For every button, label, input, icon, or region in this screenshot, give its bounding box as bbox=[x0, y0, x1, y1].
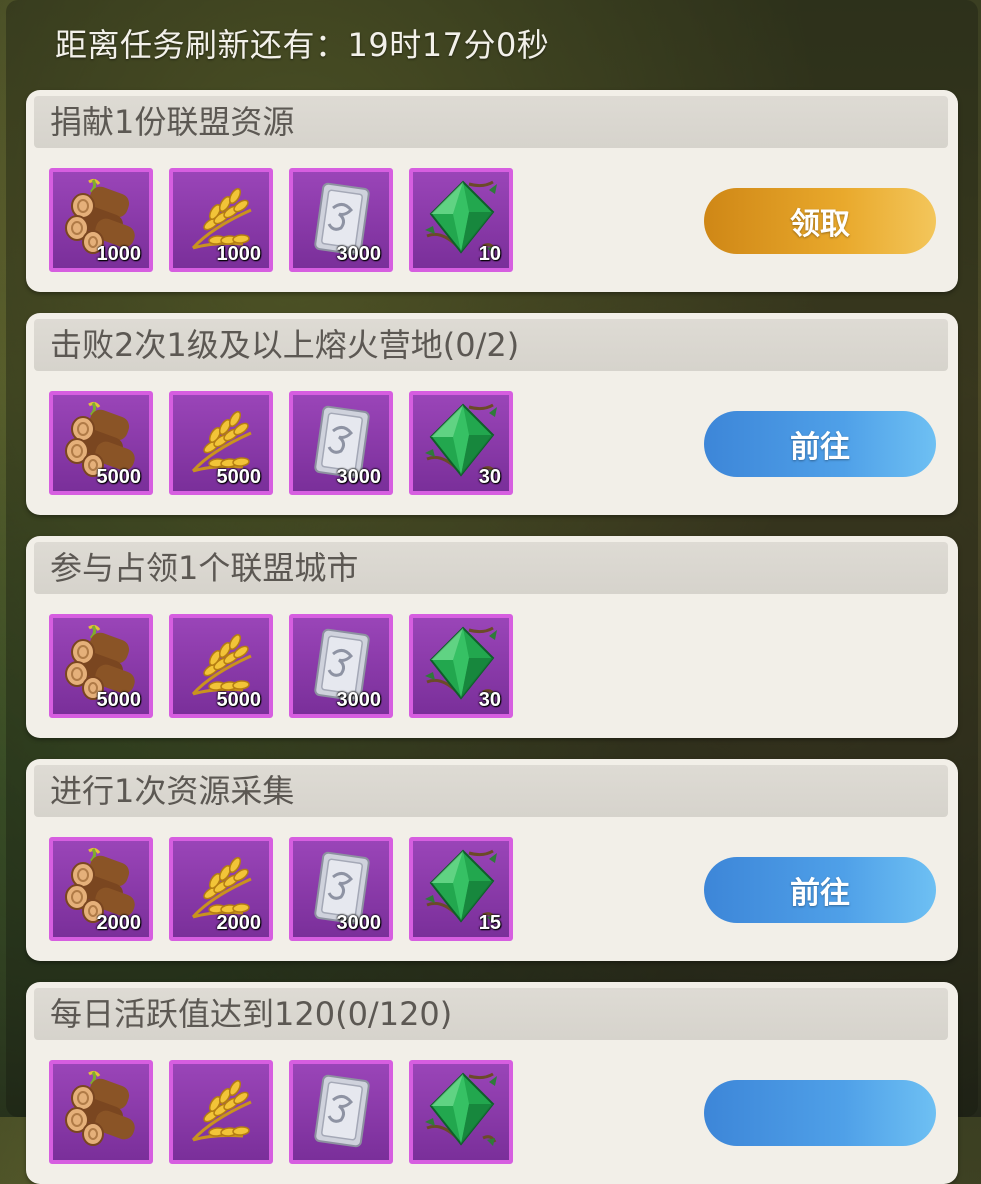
reward-slot[interactable]: 5000 bbox=[49, 614, 153, 718]
task-card: 击败2次1级及以上熔火营地(0/2) 5000 5000 3000 30 前往 bbox=[26, 313, 958, 515]
reward-slot[interactable]: 1000 bbox=[169, 168, 273, 272]
task-title-bar: 进行1次资源采集 bbox=[34, 765, 948, 817]
reward-amount: 30 bbox=[478, 466, 501, 488]
reward-amount: 5000 bbox=[216, 689, 262, 711]
reward-slot[interactable]: 2000 bbox=[49, 837, 153, 941]
reward-amount: 1000 bbox=[96, 243, 142, 265]
refresh-timer: 距离任务刷新还有：19时17分0秒 bbox=[55, 26, 550, 64]
reward-amount: 5000 bbox=[216, 466, 262, 488]
reward-amount: 5000 bbox=[96, 466, 142, 488]
task-title: 每日活跃值达到120(0/120) bbox=[50, 995, 453, 1033]
reward-amount: 5000 bbox=[96, 689, 142, 711]
reward-amount: 10 bbox=[478, 243, 501, 265]
go-button[interactable] bbox=[704, 1080, 936, 1146]
reward-slot[interactable]: 5000 bbox=[49, 391, 153, 495]
reward-slot[interactable]: 3000 bbox=[289, 168, 393, 272]
reward-slot[interactable]: 3000 bbox=[289, 614, 393, 718]
silver-card-icon bbox=[314, 1074, 370, 1148]
reward-slot[interactable]: 2000 bbox=[169, 837, 273, 941]
reward-slot[interactable]: 30 bbox=[409, 391, 513, 495]
task-title-bar: 捐献1份联盟资源 bbox=[34, 96, 948, 148]
reward-amount: 3000 bbox=[336, 243, 382, 265]
reward-slot[interactable]: 15 bbox=[409, 837, 513, 941]
go-button[interactable]: 前往 bbox=[704, 857, 936, 923]
reward-amount: 15 bbox=[478, 912, 501, 934]
go-button[interactable]: 前往 bbox=[704, 411, 936, 477]
claim-button[interactable]: 领取 bbox=[704, 188, 936, 254]
task-title: 参与占领1个联盟城市 bbox=[50, 549, 359, 587]
task-title: 进行1次资源采集 bbox=[50, 772, 295, 810]
task-title-bar: 每日活跃值达到120(0/120) bbox=[34, 988, 948, 1040]
reward-slot[interactable] bbox=[169, 1060, 273, 1164]
reward-slot[interactable]: 5000 bbox=[169, 614, 273, 718]
reward-slot[interactable]: 3000 bbox=[289, 391, 393, 495]
task-title: 捐献1份联盟资源 bbox=[50, 103, 295, 141]
reward-amount: 1000 bbox=[216, 243, 262, 265]
reward-slot[interactable]: 5000 bbox=[169, 391, 273, 495]
reward-slot[interactable]: 30 bbox=[409, 614, 513, 718]
reward-slot[interactable]: 3000 bbox=[289, 837, 393, 941]
task-card: 进行1次资源采集 2000 2000 3000 15 前往 bbox=[26, 759, 958, 961]
task-card: 捐献1份联盟资源 1000 1000 3000 10 领取 bbox=[26, 90, 958, 292]
reward-slot[interactable] bbox=[289, 1060, 393, 1164]
reward-slot[interactable] bbox=[409, 1060, 513, 1164]
emerald-gem-icon bbox=[425, 1072, 497, 1146]
reward-amount: 30 bbox=[478, 689, 501, 711]
reward-amount: 3000 bbox=[336, 466, 382, 488]
reward-amount: 2000 bbox=[96, 912, 142, 934]
task-title-bar: 参与占领1个联盟城市 bbox=[34, 542, 948, 594]
reward-slot[interactable]: 1000 bbox=[49, 168, 153, 272]
task-title: 击败2次1级及以上熔火营地(0/2) bbox=[50, 326, 520, 364]
reward-slot[interactable]: 10 bbox=[409, 168, 513, 272]
task-card: 参与占领1个联盟城市 5000 5000 3000 30 bbox=[26, 536, 958, 738]
wood-logs-icon bbox=[65, 1070, 135, 1146]
reward-slot[interactable] bbox=[49, 1060, 153, 1164]
task-title-bar: 击败2次1级及以上熔火营地(0/2) bbox=[34, 319, 948, 371]
reward-amount: 3000 bbox=[336, 912, 382, 934]
wheat-icon bbox=[191, 1080, 252, 1142]
reward-amount: 2000 bbox=[216, 912, 262, 934]
task-card: 每日活跃值达到120(0/120) bbox=[26, 982, 958, 1184]
reward-amount: 3000 bbox=[336, 689, 382, 711]
